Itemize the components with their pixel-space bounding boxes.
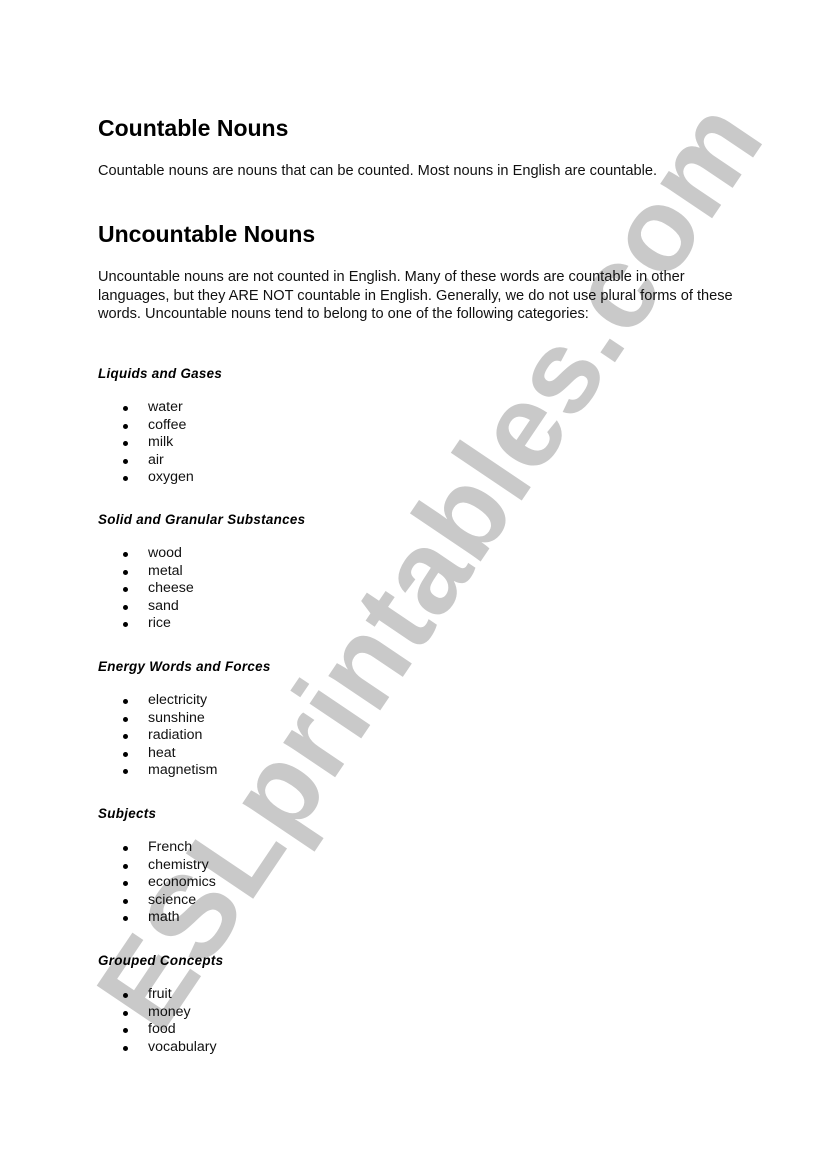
category-heading: Grouped Concepts xyxy=(98,953,224,968)
list-item-text: electricity xyxy=(148,692,208,708)
category-list: electricity sunshine radiation heat magn… xyxy=(98,692,217,780)
list-item-text: economics xyxy=(148,874,216,891)
bullet-icon xyxy=(123,587,128,593)
heading-countable-nouns: Countable Nouns xyxy=(98,115,289,141)
category-heading: Solid and Granular Substances xyxy=(98,512,306,527)
list-item: math xyxy=(98,909,216,927)
list-item-text: sunshine xyxy=(148,709,205,726)
list-item-text: oxygen xyxy=(148,469,194,486)
list-item: French xyxy=(98,839,216,857)
category-heading: Subjects xyxy=(98,806,157,821)
bullet-icon xyxy=(123,569,128,575)
bullet-icon xyxy=(123,1010,128,1016)
list-item-text: rice xyxy=(148,615,171,632)
list-item: sand xyxy=(98,598,194,616)
category-list: water coffee milk air oxygen xyxy=(98,399,194,487)
bullet-icon xyxy=(123,699,128,704)
list-item: electricity xyxy=(98,692,217,710)
list-item-text: French xyxy=(148,839,193,855)
list-item: air xyxy=(98,452,194,470)
list-item: heat xyxy=(98,745,217,763)
bullet-icon xyxy=(123,406,128,411)
category-heading: Energy Words and Forces xyxy=(98,659,271,674)
bullet-icon xyxy=(123,769,128,775)
list-item-text: metal xyxy=(148,562,183,579)
bullet-icon xyxy=(123,716,128,722)
list-item: water xyxy=(98,399,194,417)
category-subjects: Subjects French chemistry economics scie… xyxy=(98,806,498,925)
list-item-text: chemistry xyxy=(148,856,209,873)
bullet-icon xyxy=(123,993,128,998)
list-item-text: air xyxy=(148,451,164,468)
list-item-text: milk xyxy=(148,434,174,451)
paragraph-uncountable-definition: Uncountable nouns are not counted in Eng… xyxy=(98,269,733,323)
category-list: French chemistry economics science math xyxy=(98,839,216,927)
bullet-icon xyxy=(123,622,128,628)
list-item: food xyxy=(98,1021,217,1039)
category-liquids-and-gases: Liquids and Gases water coffee milk air … xyxy=(98,366,498,485)
category-grouped-concepts: Grouped Concepts fruit money food vocabu… xyxy=(98,953,498,1055)
list-item: coffee xyxy=(98,417,194,435)
list-item: magnetism xyxy=(98,762,217,780)
list-item-text: food xyxy=(148,1021,176,1038)
list-item: rice xyxy=(98,615,194,633)
category-solid-and-granular-substances: Solid and Granular Substances wood metal… xyxy=(98,512,498,631)
bullet-icon xyxy=(123,734,128,740)
bullet-icon xyxy=(123,552,128,557)
list-item: sunshine xyxy=(98,710,217,728)
paragraph-countable-definition: Countable nouns are nouns that can be co… xyxy=(98,163,658,179)
list-item-text: cheese xyxy=(148,580,194,597)
bullet-icon xyxy=(123,604,128,610)
bullet-icon xyxy=(123,846,128,851)
heading-uncountable-nouns: Uncountable Nouns xyxy=(98,221,316,247)
list-item: science xyxy=(98,892,216,910)
list-item-text: fruit xyxy=(148,986,172,1002)
list-item: chemistry xyxy=(98,857,216,875)
list-item: vocabulary xyxy=(98,1039,217,1057)
bullet-icon xyxy=(123,458,128,464)
list-item-text: wood xyxy=(148,545,182,561)
list-item: fruit xyxy=(98,986,217,1004)
bullet-icon xyxy=(123,476,128,482)
bullet-icon xyxy=(123,863,128,869)
list-item: oxygen xyxy=(98,469,194,487)
list-item-text: water xyxy=(148,399,183,415)
list-item-text: vocabulary xyxy=(148,1038,217,1055)
category-list: fruit money food vocabulary xyxy=(98,986,217,1056)
bullet-icon xyxy=(123,1045,128,1051)
list-item: radiation xyxy=(98,727,217,745)
bullet-icon xyxy=(123,423,128,429)
bullet-icon xyxy=(123,881,128,887)
bullet-icon xyxy=(123,916,128,922)
list-item: wood xyxy=(98,545,194,563)
category-energy-words-and-forces: Energy Words and Forces electricity suns… xyxy=(98,659,498,778)
list-item: milk xyxy=(98,434,194,452)
list-item-text: heat xyxy=(148,744,176,761)
bullet-icon xyxy=(123,1028,128,1034)
list-item: money xyxy=(98,1004,217,1022)
list-item-text: science xyxy=(148,891,197,908)
bullet-icon xyxy=(123,898,128,904)
list-item-text: magnetism xyxy=(148,762,218,779)
list-item-text: sand xyxy=(148,597,179,614)
list-item: metal xyxy=(98,563,194,581)
list-item-text: money xyxy=(148,1003,191,1020)
list-item-text: radiation xyxy=(148,727,203,744)
list-item: economics xyxy=(98,874,216,892)
category-heading: Liquids and Gases xyxy=(98,366,223,381)
list-item-text: math xyxy=(148,909,180,926)
bullet-icon xyxy=(123,751,128,757)
category-list: wood metal cheese sand rice xyxy=(98,545,194,633)
bullet-icon xyxy=(123,441,128,447)
list-item: cheese xyxy=(98,580,194,598)
list-item-text: coffee xyxy=(148,416,187,433)
